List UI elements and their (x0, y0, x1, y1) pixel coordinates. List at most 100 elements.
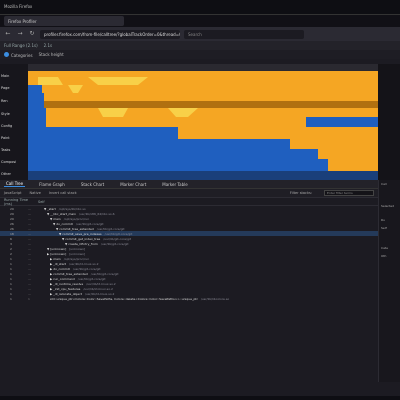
range-breadcrumb: Full Range (2.1s) 2.1s (0, 41, 400, 50)
self-cell: — (28, 261, 31, 266)
track-label[interactable]: Config (1, 124, 12, 128)
flame-bar (178, 127, 378, 139)
flame-peak (98, 108, 128, 117)
full-range-button[interactable]: Full Range (2.1s) (4, 43, 38, 48)
library-label: /usr/lib/ld-linux.so.2 (69, 261, 99, 266)
self-cell: — (28, 231, 31, 236)
native-option[interactable]: Native (30, 191, 41, 195)
function-label: ▶ [unknown] (47, 251, 67, 256)
url-bar[interactable]: profiler.firefox.com/from-file/calltree/… (40, 29, 180, 39)
running-time-cell: 2 (10, 251, 12, 256)
function-name: ▶ main/opt/sys/proc/run (44, 257, 89, 261)
self-cell: — (28, 291, 31, 296)
track-label[interactable]: Style (1, 112, 10, 116)
running-time-cell: 1 (10, 291, 12, 296)
details-tabs: Call Tree Flame Graph Stack Chart Marker… (0, 180, 378, 189)
library-label: [unknown] (69, 251, 86, 256)
function-label: ▶ _dl_runtime_resolve (50, 281, 84, 286)
tab-stack-chart[interactable]: Stack Chart (79, 182, 106, 187)
javascript-option[interactable]: JavaScript (4, 191, 22, 195)
function-name: ▶ _dl_runtime_resolve/usr/lib/ld-linux.s… (44, 282, 116, 286)
tab-marker-chart[interactable]: Marker Chart (118, 182, 148, 187)
stack-height-toggle[interactable]: Stack height (39, 52, 64, 57)
self-cell: — (28, 206, 31, 211)
flame-bar (328, 159, 378, 171)
function-name: ▼ commit_get_index_tree/usr/lib/git-core… (44, 237, 131, 241)
function-label: ▶ main (50, 256, 61, 261)
filter-stacks-input[interactable]: Enter filter terms (324, 190, 374, 196)
self-header: Self (38, 199, 45, 204)
browser-tab[interactable]: Firefox Profiler (4, 16, 124, 26)
library-label: /usr/lib/git-core/git (103, 236, 132, 241)
function-label: std::unique_ptr<Colore::Color::SavePaths… (50, 296, 198, 301)
function-label: ▼ commit_save_pre_indexes (59, 231, 102, 236)
function-label: ▼ _start (44, 206, 56, 211)
library-label: /opt/sys/proc/run (63, 256, 90, 261)
categories-label: Categories (11, 52, 33, 58)
function-label: ▶ _init_cpu_features (50, 286, 81, 291)
running-time-cell: 1 (10, 271, 12, 276)
self-cell: — (28, 216, 31, 221)
function-label: ▶ commit_tree_extended (50, 271, 88, 276)
tab-marker-table[interactable]: Marker Table (160, 182, 189, 187)
sidebar-item: Cate (381, 246, 388, 250)
graph-header (28, 64, 378, 71)
library-label: /usr/lib/git-core/git (72, 266, 101, 271)
function-name: ▶ do_commit/usr/lib/git-core/git (44, 267, 101, 271)
flame-bar (28, 171, 378, 180)
invert-call-stack-checkbox[interactable]: Invert call stack (49, 191, 77, 195)
tab-call-tree[interactable]: Call Tree (4, 181, 26, 187)
track-label[interactable]: Ren (1, 99, 8, 103)
table-row[interactable]: 1 1 std::unique_ptr<Colore::Color::SavePat… (0, 296, 378, 301)
function-label: ▼ create_CEntry_from (65, 241, 98, 246)
function-name: ▶ commit_tree_extended/usr/lib/git-core/… (44, 272, 119, 276)
flame-bar (28, 77, 378, 85)
sidebar-item: Selected (381, 204, 395, 208)
function-label: ▶ _dl_start (50, 261, 66, 266)
flame-bar (44, 101, 378, 108)
running-time-cell: 3 (10, 241, 12, 246)
function-name: ▶ run_command/usr/lib/git-core/git (44, 277, 106, 281)
running-time-cell: 1 (10, 286, 12, 291)
call-tree-toolbar: JavaScript Native Invert call stack Filt… (0, 189, 378, 198)
reload-icon[interactable]: ↻ (28, 30, 36, 38)
function-name: ▶ _dl_relocate_object/usr/lib/ld-linux.s… (44, 292, 114, 296)
track-labels: Main Page Ren Style Config Paint Tasks C… (0, 64, 28, 180)
self-cell: — (28, 281, 31, 286)
running-time-cell: 29 (10, 211, 14, 216)
running-time-cell: 29 (10, 206, 14, 211)
function-label: ▼ commit_tree_extended (56, 226, 94, 231)
track-label[interactable]: Main (1, 74, 9, 78)
running-time-cell: 1 (10, 261, 12, 266)
running-time-cell: 2 (10, 246, 12, 251)
track-label[interactable]: Composi (1, 160, 16, 164)
function-label: ▼ commit_get_index_tree (62, 236, 101, 241)
search-input[interactable]: Search (184, 29, 304, 39)
library-label: /usr/lib/git-core/git (90, 271, 119, 276)
call-tree-rows: 29 — ▼ _start/opt/sys/lib/libc.so 29 — ▼ __li… (0, 206, 378, 301)
sub-range-button[interactable]: 2.1s (44, 43, 52, 48)
tab-flame-graph[interactable]: Flame Graph (37, 182, 67, 187)
function-name: ▼ do_commit/usr/lib/git-core/git (44, 222, 104, 226)
library-label: /usr/lib/libcolore.so (200, 296, 230, 301)
function-label: ▶ do_commit (50, 266, 70, 271)
self-cell: — (28, 271, 31, 276)
library-label: /usr/lib/git-core/git (104, 231, 133, 236)
back-icon[interactable]: ← (4, 30, 12, 38)
categories-toggle[interactable]: Categories (4, 51, 33, 58)
sidebar-title: Call (381, 182, 387, 186)
track-label[interactable]: Paint (1, 136, 10, 140)
function-name: ▶ _init_cpu_features/usr/lib/ld-linux.so… (44, 287, 113, 291)
function-name: ▼ create_CEntry_from/usr/lib/git-core/gi… (44, 242, 129, 246)
forward-icon[interactable]: → (16, 30, 24, 38)
nav-bar: ← → ↻ profiler.firefox.com/from-file/cal… (0, 27, 400, 41)
running-time-cell: 1 (10, 266, 12, 271)
flame-peak (88, 77, 148, 85)
running-time-cell: 18 (10, 231, 14, 236)
track-label[interactable]: Other (1, 172, 11, 176)
flame-bar (28, 71, 378, 77)
library-label: /usr/lib/git-core/git (75, 221, 104, 226)
activity-graph[interactable] (28, 64, 378, 180)
track-label[interactable]: Page (1, 86, 9, 90)
track-label[interactable]: Tasks (1, 148, 10, 152)
